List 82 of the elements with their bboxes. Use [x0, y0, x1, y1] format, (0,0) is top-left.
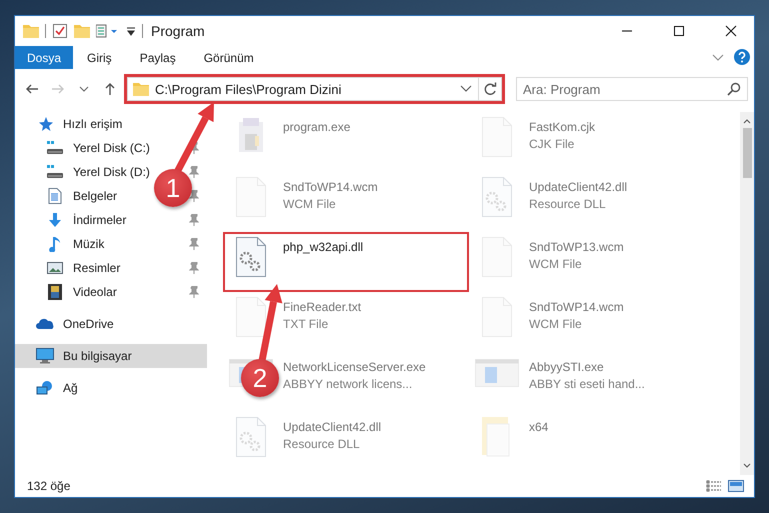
chevron-down-icon: [712, 54, 724, 62]
window-title: Program: [151, 23, 206, 39]
sidebar-item[interactable]: Belgeler: [45, 184, 118, 208]
folder-icon: [133, 82, 149, 96]
file-name[interactable]: NetworkLicenseServer.exe: [283, 360, 426, 374]
cloud-icon: [36, 318, 54, 330]
file-type: WCM File: [529, 317, 583, 331]
file-name[interactable]: php_w32api.dll: [283, 240, 364, 254]
film-icon: [48, 284, 62, 300]
sidebar-item[interactable]: Hızlı erişim: [35, 112, 122, 136]
search-field[interactable]: Ara: Program: [516, 77, 748, 101]
scrollbar[interactable]: [740, 112, 754, 475]
file-name[interactable]: SndToWP14.wcm: [283, 180, 378, 194]
file-type: WCM File: [529, 257, 583, 271]
drive-icon: [47, 140, 63, 156]
maximize-icon: [673, 25, 685, 37]
details-view-button[interactable]: [706, 480, 722, 492]
sidebar-item[interactable]: Resimler: [45, 256, 120, 280]
sidebar-item[interactable]: Yerel Disk (C:): [45, 136, 150, 160]
file-name[interactable]: UpdateClient42.dll: [283, 420, 382, 434]
file-type: Resource DLL: [529, 197, 607, 211]
file-type: Resource DLL: [283, 437, 361, 451]
ribbon-tab[interactable]: Görünüm: [190, 46, 268, 69]
up-icon: [103, 82, 117, 96]
file-name[interactable]: SndToWP13.wcm: [529, 240, 624, 254]
file-name[interactable]: AbbyySTI.exe: [529, 360, 645, 374]
document-icon: [48, 188, 62, 204]
back-icon: [25, 82, 39, 96]
scroll-up-icon: [743, 118, 751, 124]
sidebar-item[interactable]: Ağ: [35, 376, 78, 400]
sidebar-item[interactable]: İndirmeler: [45, 208, 126, 232]
blank-file-icon: [235, 296, 267, 338]
download-arrow-icon: [47, 212, 63, 228]
folder-icon: [23, 24, 39, 38]
file-name[interactable]: FastKom.cjk: [529, 120, 596, 134]
help-icon: [734, 49, 750, 65]
file-menu-tab[interactable]: Dosya: [15, 46, 74, 69]
file-name[interactable]: x64: [529, 420, 548, 434]
star-icon: [37, 116, 53, 132]
sidebar-item[interactable]: Bu bilgisayar: [35, 344, 132, 368]
picture-icon: [47, 261, 63, 275]
forward-icon: [51, 82, 65, 96]
ribbon-tab[interactable]: Paylaş: [126, 46, 190, 69]
gear-file-icon: [235, 236, 267, 278]
drive-icon: [47, 164, 63, 180]
address-bar[interactable]: C:\Program Files\Program Dizini: [127, 77, 502, 101]
sidebar-item[interactable]: Yerel Disk (D:): [45, 160, 150, 184]
chevron-down-icon: [460, 85, 472, 93]
step-number-badge: 1: [154, 169, 192, 207]
item-count: 132 öğe: [27, 479, 72, 493]
file-type: WCM File: [283, 197, 337, 211]
file-type: CJK File: [529, 137, 576, 151]
sidebar-item[interactable]: OneDrive: [35, 312, 114, 336]
search-icon: [727, 82, 741, 96]
details-view-icon: [706, 480, 722, 492]
file-name[interactable]: FineReader.txt: [283, 300, 362, 314]
folder-icon: [74, 24, 90, 38]
scroll-down-icon: [743, 463, 751, 469]
network-icon: [36, 380, 54, 396]
sidebar-item[interactable]: Videolar: [45, 280, 117, 304]
computer-icon: [36, 348, 54, 364]
caret-icon: [126, 25, 136, 37]
ribbon-tab[interactable]: Giriş: [73, 46, 126, 69]
gear-file-icon: [481, 176, 513, 218]
refresh-icon: [483, 82, 497, 96]
file-name[interactable]: program.exe: [283, 120, 350, 134]
close-icon: [725, 25, 737, 37]
properties-icon: [96, 24, 120, 38]
file-type: TXT File: [283, 317, 330, 331]
file-name[interactable]: SndToWP14.wcm: [529, 300, 624, 314]
checklist-icon: [52, 23, 68, 39]
file-type: ABBYY network licens...: [283, 377, 414, 391]
music-note-icon: [49, 236, 61, 252]
file-type: ABBY sti eseti hand...: [529, 377, 645, 391]
gear-file-icon: [235, 416, 267, 458]
picture-icon: [728, 480, 744, 492]
application-window-icon: [475, 356, 519, 388]
large-icons-view-button[interactable]: [728, 480, 744, 492]
step-number-badge: 2: [241, 359, 279, 397]
file-name[interactable]: UpdateClient42.dll: [529, 180, 628, 194]
sidebar-item[interactable]: Müzik: [45, 232, 104, 256]
scrollbar-thumb[interactable]: [742, 128, 752, 178]
